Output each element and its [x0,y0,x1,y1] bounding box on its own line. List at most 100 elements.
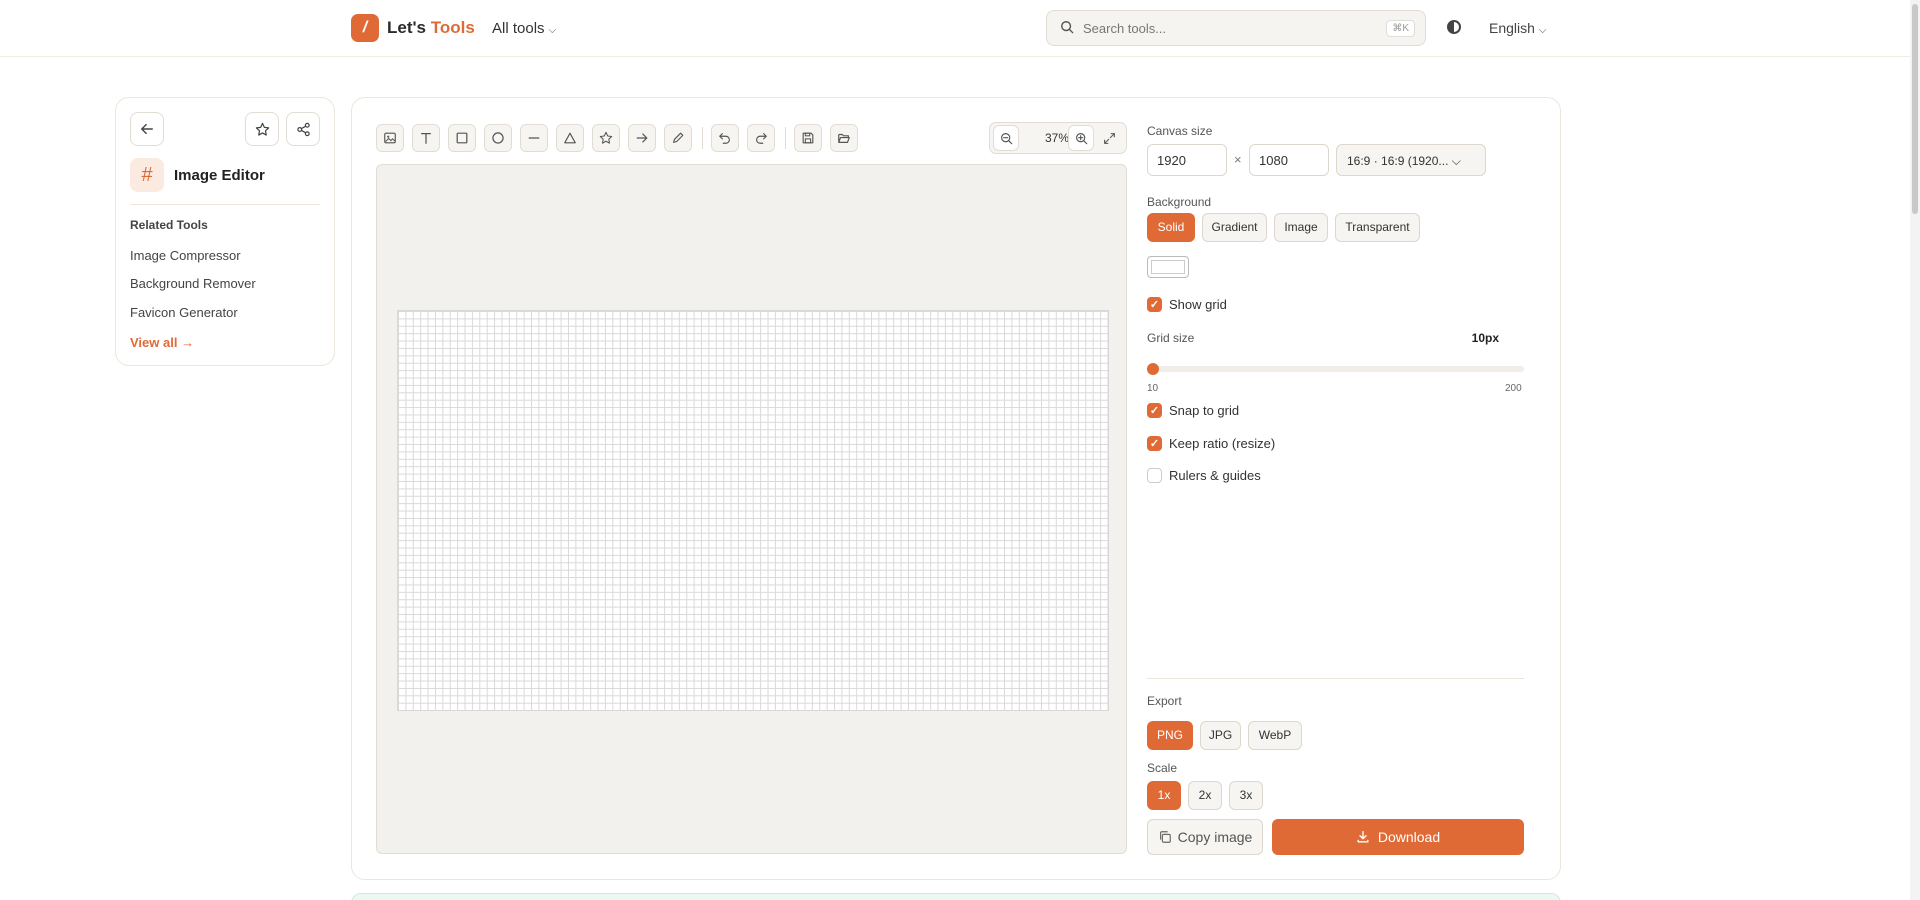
copy-image-label: Copy image [1177,829,1253,845]
ellipse-tool-button[interactable] [484,124,512,152]
copy-icon [1159,831,1171,843]
all-tools-menu[interactable]: All tools ⌵ [492,20,556,37]
arrow-left-icon [141,123,153,135]
pencil-icon [673,132,684,143]
related-tool-link[interactable]: Image Compressor [130,248,241,263]
all-tools-label: All tools [492,20,545,37]
zoom-out-button[interactable] [993,125,1019,151]
circle-icon [492,132,504,144]
copy-image-button[interactable]: Copy image [1147,819,1263,855]
download-label: Download [1377,829,1441,845]
brand-name[interactable]: Let's Tools [387,18,475,38]
background-solid-option[interactable]: Solid [1147,213,1195,242]
arrow-tool-button[interactable] [628,124,656,152]
share-button[interactable] [286,112,320,146]
text-tool-button[interactable] [412,124,440,152]
triangle-tool-button[interactable] [556,124,584,152]
export-png-option[interactable]: PNG [1147,721,1193,750]
pen-tool-button[interactable] [664,124,692,152]
download-icon [1357,831,1369,843]
brand-prefix: Let's [387,18,431,37]
search-input[interactable]: Search tools... ⌘K [1046,10,1426,46]
rectangle-icon [456,132,468,144]
rulers-guides-checkbox[interactable] [1147,468,1162,483]
text-icon [421,133,431,144]
chevron-down-icon: ⌵ [548,25,557,36]
editor-toolbar [376,122,866,154]
line-icon [528,137,540,139]
view-all-link[interactable]: View all → [130,335,194,350]
share-icon [296,122,310,136]
favorite-button[interactable] [245,112,279,146]
scale-2x-option[interactable]: 2x [1188,781,1222,810]
fit-screen-button[interactable] [1096,125,1122,151]
scale-3x-option[interactable]: 3x [1229,781,1263,810]
canvas-width-input[interactable]: 1920 [1147,144,1227,176]
grid-size-value: 10px [1471,331,1499,345]
slider-knob[interactable] [1147,363,1159,375]
canvas-workspace[interactable] [376,164,1127,854]
brand-accent: Tools [430,18,475,37]
search-icon [1061,21,1074,34]
top-bar: / Let's Tools All tools ⌵ Search tools...… [0,0,1910,57]
arrow-right-icon [636,133,648,143]
snap-to-grid-checkbox[interactable]: ✓ [1147,403,1162,418]
save-icon [802,132,814,144]
scrollbar-thumb[interactable] [1912,4,1918,214]
export-jpg-option[interactable]: JPG [1200,721,1241,750]
theme-toggle-icon[interactable] [1447,20,1461,34]
canvas-size-label: Canvas size [1147,124,1213,138]
related-tool-link[interactable]: Background Remover [130,276,256,291]
chevron-down-icon: ⌵ [1451,154,1461,168]
zoom-in-button[interactable] [1068,125,1094,151]
toolbar-separator [785,127,786,149]
logo-icon[interactable]: / [351,14,379,42]
page-scrollbar[interactable] [1910,0,1920,900]
triangle-icon [564,132,576,144]
undo-button[interactable] [711,124,739,152]
export-webp-option[interactable]: WebP [1248,721,1302,750]
folder-open-icon [838,133,850,143]
properties-panel: Canvas size 1920 × 1080 16:9 · 16:9 (192… [1147,98,1537,878]
add-image-button[interactable] [376,124,404,152]
canvas-height-input[interactable]: 1080 [1249,144,1329,176]
export-label: Export [1147,694,1182,708]
back-button[interactable] [130,112,164,146]
tool-sidebar: # Image Editor Related Tools Image Compr… [115,97,335,366]
scale-1x-option[interactable]: 1x [1147,781,1181,810]
background-image-option[interactable]: Image [1274,213,1328,242]
search-placeholder: Search tools... [1083,21,1167,36]
save-button[interactable] [794,124,822,152]
design-canvas[interactable] [397,310,1109,711]
language-select[interactable]: English ⌵ [1489,20,1547,36]
editor-card: 37% Canvas size 1920 × 1080 16:9 · 16:9 … [351,97,1561,880]
star-icon [255,122,269,136]
show-grid-checkbox[interactable]: ✓ [1147,297,1162,312]
times-symbol: × [1234,152,1242,167]
background-transparent-option[interactable]: Transparent [1335,213,1420,242]
background-color-swatch[interactable] [1147,256,1189,278]
download-button[interactable]: Download [1272,819,1524,855]
redo-icon [756,133,767,144]
aspect-ratio-select[interactable]: 16:9 · 16:9 (1920... ⌵ [1336,144,1486,176]
zoom-out-icon [1000,132,1012,144]
line-tool-button[interactable] [520,124,548,152]
undo-icon [719,133,730,144]
divider [1147,678,1524,679]
expand-icon [1103,132,1115,144]
redo-button[interactable] [747,124,775,152]
background-label: Background [1147,195,1212,209]
grid-size-slider[interactable] [1147,363,1524,375]
background-gradient-option[interactable]: Gradient [1202,213,1267,242]
zoom-in-icon [1075,132,1087,144]
image-icon [384,132,396,144]
related-tool-link[interactable]: Favicon Generator [130,305,238,320]
slider-max-label: 200 [1505,383,1522,394]
show-grid-label: Show grid [1169,297,1227,312]
open-button[interactable] [830,124,858,152]
rectangle-tool-button[interactable] [448,124,476,152]
tool-title: Image Editor [174,167,265,184]
info-banner [351,893,1561,900]
star-tool-button[interactable] [592,124,620,152]
keep-ratio-checkbox[interactable]: ✓ [1147,436,1162,451]
